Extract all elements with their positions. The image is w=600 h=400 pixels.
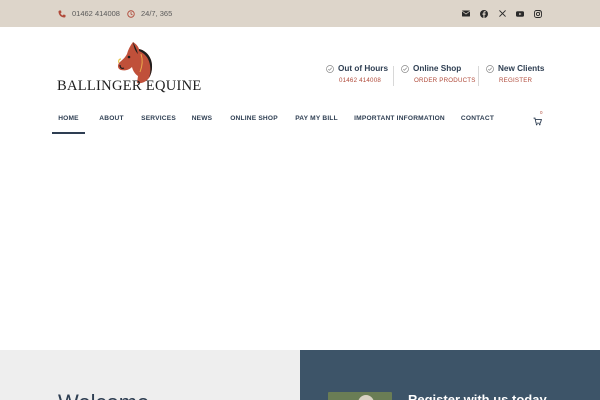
envelope-icon[interactable] <box>462 10 470 18</box>
social-links <box>462 0 542 27</box>
youtube-icon[interactable] <box>516 10 524 18</box>
topbar-hours-text: 24/7, 365 <box>141 9 173 18</box>
check-circle-icon <box>401 64 409 73</box>
cart-button[interactable]: 0 <box>533 110 545 126</box>
instagram-icon[interactable] <box>534 9 542 18</box>
header-info-sub: ORDER PRODUCTS <box>414 77 476 84</box>
header-info-title: Out of Hours <box>338 64 389 73</box>
nav-item-news[interactable]: NEWS <box>192 110 212 134</box>
nav-item-online-shop[interactable]: ONLINE SHOP <box>230 110 277 134</box>
nav-item-home[interactable]: HOME <box>52 110 85 134</box>
shopping-cart-icon <box>533 117 543 126</box>
clock-icon <box>127 9 135 18</box>
dog-photo <box>328 392 392 400</box>
x-icon[interactable] <box>498 10 506 18</box>
welcome-section: Welcome <box>0 350 300 400</box>
site-logo[interactable]: BALLINGER EQUINE <box>57 40 201 96</box>
header-out-of-hours[interactable]: Out of Hours 01462 414008 <box>326 64 388 88</box>
page: 01462 414008 24/7, 365 BALLINGER EQUINE … <box>0 0 600 400</box>
header-info-sub: 01462 414008 <box>339 77 381 84</box>
nav-item-contact[interactable]: CONTACT <box>461 110 494 134</box>
hero-area <box>0 136 600 350</box>
header-info-sub: REGISTER <box>499 77 533 84</box>
logo-wordmark: BALLINGER EQUINE <box>57 78 202 94</box>
nav-item-important-information[interactable]: IMPORTANT INFORMATION <box>354 110 445 134</box>
nav-item-about[interactable]: ABOUT <box>99 110 123 134</box>
header-divider <box>393 66 394 86</box>
cart-count-badge: 0 <box>540 110 543 115</box>
facebook-icon[interactable] <box>480 9 488 18</box>
register-section: Register with us today <box>300 350 600 400</box>
top-bar: 01462 414008 24/7, 365 <box>0 0 600 27</box>
topbar-phone[interactable]: 01462 414008 <box>58 0 120 27</box>
header-info-title: New Clients <box>498 64 545 73</box>
phone-icon <box>58 10 66 17</box>
header-info-title: Online Shop <box>413 64 462 73</box>
welcome-heading: Welcome <box>58 390 149 400</box>
main-nav: HOME ABOUT SERVICES NEWS ONLINE SHOP PAY… <box>52 110 494 134</box>
header-online-shop[interactable]: Online Shop ORDER PRODUCTS <box>401 64 476 88</box>
nav-item-services[interactable]: SERVICES <box>141 110 176 134</box>
dog-image <box>358 395 374 400</box>
topbar-phone-text: 01462 414008 <box>72 9 120 18</box>
topbar-hours: 24/7, 365 <box>127 0 172 27</box>
register-heading: Register with us today <box>408 392 547 400</box>
check-circle-icon <box>486 64 494 73</box>
check-circle-icon <box>326 64 334 73</box>
header-new-clients[interactable]: New Clients REGISTER <box>486 64 544 88</box>
nav-item-pay-my-bill[interactable]: PAY MY BILL <box>295 110 337 134</box>
header-divider <box>478 66 479 86</box>
